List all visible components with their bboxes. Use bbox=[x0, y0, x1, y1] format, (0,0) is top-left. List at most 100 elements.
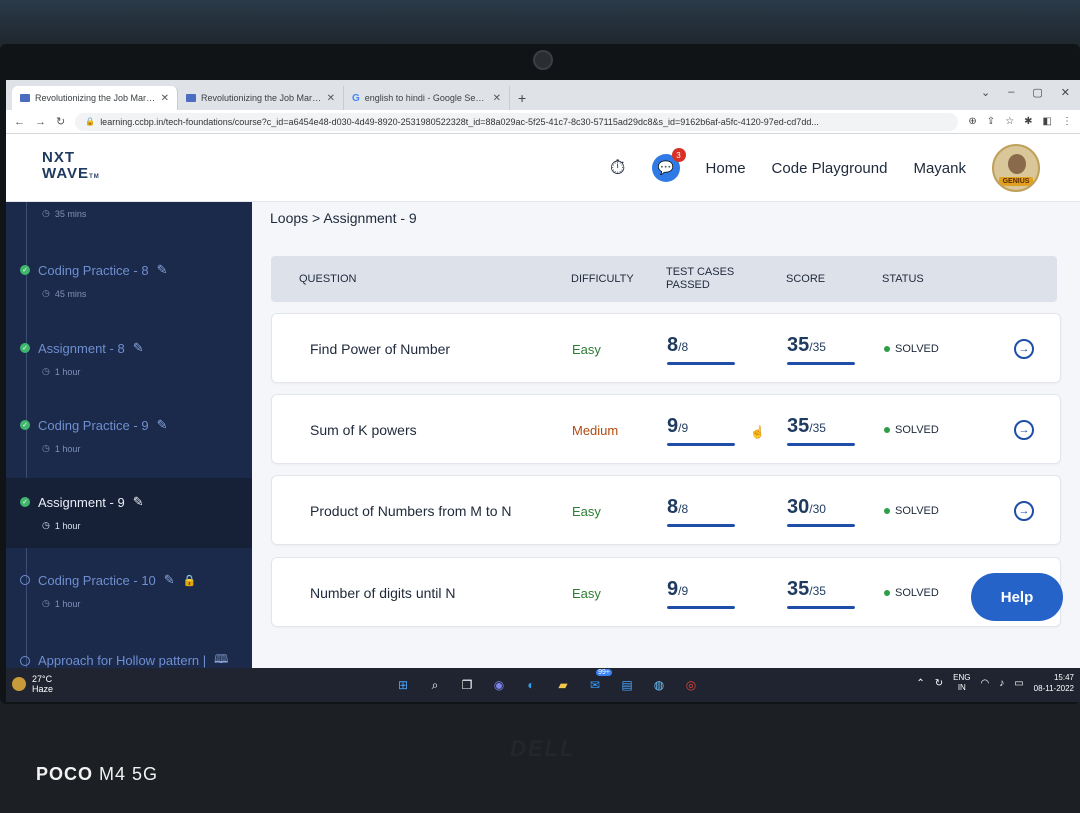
sidebar-item-duration: ◷ 35 mins bbox=[42, 208, 252, 219]
weather-widget[interactable]: 27°C Haze bbox=[12, 674, 53, 694]
google-favicon-icon: G bbox=[352, 92, 360, 104]
table-header: QUESTION DIFFICULTY TEST CASES PASSED SC… bbox=[271, 256, 1057, 302]
edge-browser-icon[interactable]: ◐ bbox=[520, 674, 542, 696]
pending-circle-icon bbox=[20, 575, 30, 585]
discussion-button[interactable]: 💬 3 bbox=[651, 148, 686, 182]
mail-icon[interactable]: ✉ 99+ bbox=[584, 669, 612, 696]
date: 08-11-2022 bbox=[1033, 684, 1074, 693]
notepad-icon[interactable]: ▤ bbox=[616, 674, 638, 696]
teams-chat-icon[interactable]: ◉ bbox=[488, 674, 510, 696]
avatar[interactable]: GENIUS bbox=[992, 144, 1040, 192]
menu-icon[interactable]: ⋮ bbox=[1062, 116, 1072, 127]
toolbar-icons: ⊕ ⇪ ☆ ✱ ◧ ⋮ bbox=[968, 116, 1072, 127]
score-value: 30 bbox=[787, 495, 810, 518]
close-tab-icon[interactable]: ✕ bbox=[161, 93, 169, 104]
forward-icon[interactable]: → bbox=[35, 116, 46, 128]
nav-code-playground[interactable]: Code Playground bbox=[772, 160, 888, 177]
close-tab-icon[interactable]: ✕ bbox=[493, 93, 501, 104]
temperature: 27°C bbox=[32, 674, 53, 684]
region-code: IN bbox=[957, 683, 966, 692]
tests-progress-fill bbox=[667, 523, 735, 527]
minimize-icon[interactable]: – bbox=[1008, 86, 1014, 99]
edit-icon[interactable]: ✎ bbox=[133, 494, 144, 510]
maximize-icon[interactable]: ▢ bbox=[1032, 86, 1042, 99]
question-name[interactable]: Number of digits until N bbox=[310, 558, 456, 628]
score-total: /35 bbox=[809, 420, 826, 435]
open-question-button[interactable]: → bbox=[1014, 314, 1034, 384]
reload-icon[interactable]: ↻ bbox=[56, 115, 65, 128]
table-row[interactable]: Product of Numbers from M to N Easy 8/8 … bbox=[271, 475, 1061, 545]
stopwatch-icon[interactable]: ⏱ bbox=[610, 157, 626, 180]
logo-text-bottom: WAVE bbox=[42, 165, 90, 182]
sidepanel-icon[interactable]: ◧ bbox=[1043, 116, 1052, 127]
windows-start-icon[interactable]: ⊞ bbox=[392, 674, 414, 696]
clock-icon: ◷ bbox=[42, 443, 50, 453]
new-tab-button[interactable]: + bbox=[510, 90, 534, 110]
volume-icon[interactable]: ♪ bbox=[999, 678, 1004, 689]
zoom-icon[interactable]: ⊕ bbox=[968, 116, 976, 127]
bookmark-star-icon[interactable]: ☆ bbox=[1005, 116, 1014, 127]
chrome-icon[interactable]: ◎ bbox=[680, 674, 702, 696]
address-bar[interactable]: 🔒 learning.ccbp.in/tech-foundations/cour… bbox=[75, 112, 959, 131]
chevron-up-icon[interactable]: ⌃ bbox=[916, 678, 924, 689]
breadcrumb[interactable]: Loops > Assignment - 9 bbox=[270, 210, 417, 226]
share-icon[interactable]: ⇪ bbox=[987, 116, 995, 127]
table-row[interactable]: Find Power of Number Easy 8/8 35/35 SOLV… bbox=[271, 313, 1061, 383]
file-explorer-icon[interactable]: ▰ bbox=[552, 674, 574, 696]
clock[interactable]: 15:47 08-11-2022 bbox=[1034, 672, 1074, 694]
wifi-icon[interactable]: ◠ bbox=[980, 678, 989, 689]
search-icon[interactable]: ⌕ bbox=[424, 674, 446, 696]
edit-icon[interactable]: ✎ bbox=[164, 572, 175, 588]
close-window-icon[interactable]: ✕ bbox=[1061, 86, 1070, 99]
close-tab-icon[interactable]: ✕ bbox=[327, 93, 335, 104]
nav-home[interactable]: Home bbox=[706, 160, 746, 177]
language-indicator[interactable]: ENG IN bbox=[953, 673, 970, 693]
question-name[interactable]: Find Power of Number bbox=[310, 314, 450, 384]
edit-icon[interactable]: ✎ bbox=[157, 262, 168, 278]
logo-text-top: NXT bbox=[42, 149, 75, 166]
table-row[interactable]: Number of digits until N Easy 9/9 35/35 … bbox=[271, 557, 1061, 627]
back-icon[interactable]: ← bbox=[14, 116, 25, 128]
open-question-button[interactable]: → bbox=[1014, 395, 1034, 465]
logo-trademark: TM bbox=[89, 174, 100, 180]
help-button[interactable]: Help bbox=[971, 573, 1063, 621]
hand-cursor-icon: ☝ bbox=[750, 425, 765, 439]
user-name[interactable]: Mayank bbox=[913, 160, 966, 177]
task-view-icon[interactable]: ❐ bbox=[456, 674, 478, 696]
sidebar-item-duration: ◷ 1 hour bbox=[42, 443, 252, 454]
battery-icon[interactable]: ▭ bbox=[1014, 678, 1023, 689]
browser-tab[interactable]: G english to hindi - Google Search ✕ bbox=[344, 86, 510, 110]
sync-icon[interactable]: ↻ bbox=[935, 678, 943, 689]
edit-icon[interactable]: ✎ bbox=[133, 340, 144, 356]
extensions-icon[interactable]: ✱ bbox=[1024, 116, 1032, 127]
tests-progress-bar bbox=[667, 523, 735, 527]
score: 35/35 bbox=[787, 395, 855, 465]
score-total: /35 bbox=[809, 583, 826, 598]
status-text: SOLVED bbox=[895, 587, 939, 599]
weather-condition: Haze bbox=[32, 684, 54, 694]
question-name[interactable]: Sum of K powers bbox=[310, 395, 417, 465]
app-icon[interactable]: ◍ bbox=[648, 674, 670, 696]
nxtwave-logo[interactable]: NXT WAVETM bbox=[42, 150, 100, 185]
sidebar-item-coding-practice-10[interactable]: Coding Practice - 10 ✎ 🔒 ◷ 1 hour bbox=[6, 572, 252, 609]
sidebar-item-assignment-9[interactable]: ✓ Assignment - 9 ✎ ◷ 1 hour bbox=[6, 478, 252, 548]
solved-dot-icon bbox=[884, 508, 890, 514]
sidebar-item-coding-practice-9[interactable]: ✓ Coding Practice - 9 ✎ ◷ 1 hour bbox=[6, 417, 252, 454]
column-header-score: SCORE bbox=[786, 272, 826, 285]
score-progress-fill bbox=[787, 361, 855, 365]
status-text: SOLVED bbox=[895, 505, 939, 517]
score: 30/30 bbox=[787, 476, 855, 546]
edit-icon[interactable]: ✎ bbox=[157, 417, 168, 433]
question-name[interactable]: Product of Numbers from M to N bbox=[310, 476, 512, 546]
browser-tab[interactable]: Revolutionizing the Job Market | ✕ bbox=[178, 86, 344, 110]
tab-search-icon[interactable]: ⌄ bbox=[981, 86, 990, 99]
open-question-button[interactable]: → bbox=[1014, 476, 1034, 546]
table-row[interactable]: Sum of K powers Medium 9/9 35/35 SOLVED … bbox=[271, 394, 1061, 464]
browser-tab[interactable]: Revolutionizing the Job Market | ✕ bbox=[12, 86, 178, 110]
lock-icon: 🔒 bbox=[182, 574, 197, 587]
completed-check-icon: ✓ bbox=[20, 343, 30, 353]
sidebar-item[interactable]: ◷ 35 mins bbox=[6, 208, 252, 219]
score-progress-bar bbox=[787, 523, 855, 527]
sidebar-item-assignment-8[interactable]: ✓ Assignment - 8 ✎ ◷ 1 hour bbox=[6, 340, 252, 377]
sidebar-item-coding-practice-8[interactable]: ✓ Coding Practice - 8 ✎ ◷ 45 mins bbox=[6, 262, 252, 299]
